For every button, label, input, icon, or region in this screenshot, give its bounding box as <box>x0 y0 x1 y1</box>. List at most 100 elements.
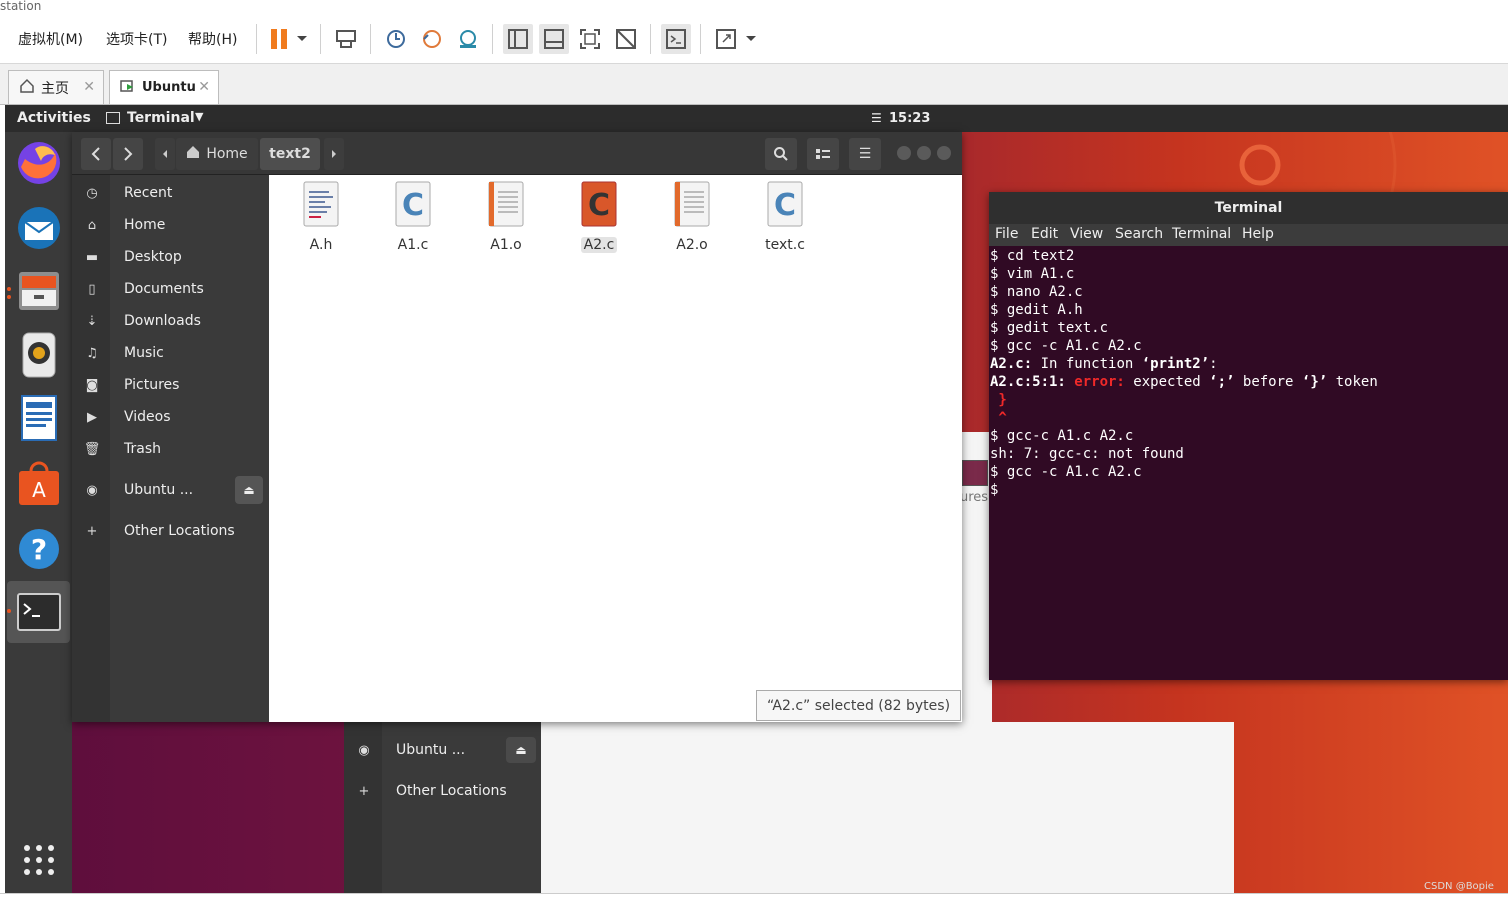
tab-home[interactable]: 主页 ✕ <box>8 70 104 104</box>
menu-icon: ☰ <box>871 111 882 125</box>
revert-snapshot-icon[interactable] <box>417 24 447 54</box>
sidebar-item-documents[interactable]: ▯ Documents <box>72 273 269 305</box>
file-item[interactable]: C text.c <box>745 181 825 253</box>
home-icon <box>19 78 35 98</box>
terminal-menu-help[interactable]: Help <box>1242 226 1274 242</box>
svg-text:C: C <box>588 188 610 223</box>
software-center-icon[interactable]: A <box>14 459 64 509</box>
sidebar-item-pictures[interactable]: ◙ Pictures <box>72 369 269 401</box>
object-file-icon <box>466 181 546 231</box>
unity-icon[interactable] <box>611 24 641 54</box>
firefox-icon[interactable] <box>14 138 64 188</box>
tab-ubuntu-label: Ubuntu <box>142 80 196 95</box>
activities-button[interactable]: Activities <box>17 110 91 126</box>
file-item[interactable]: A2.o <box>652 181 732 253</box>
rhythmbox-icon[interactable] <box>14 330 64 380</box>
clock-icon: ◷ <box>86 185 98 201</box>
sidebar-item-trash[interactable]: 🗑 Trash <box>72 433 269 465</box>
search-icon <box>774 147 788 161</box>
eject-icon[interactable]: ⏏ <box>235 476 263 504</box>
back-button[interactable] <box>81 138 111 170</box>
sidebar-item-desktop[interactable]: ▬ Desktop <box>72 241 269 273</box>
path-current-folder[interactable]: text2 <box>260 138 320 170</box>
tab-ubuntu[interactable]: Ubuntu ✕ <box>109 70 219 104</box>
menu-button[interactable]: ☰ <box>849 138 881 170</box>
chevron-down-icon[interactable]: ▼ <box>195 110 203 123</box>
terminal-line: $ gcc -c A1.c A2.c <box>990 464 1142 480</box>
maximize-button[interactable] <box>917 146 931 160</box>
view-toggle-button[interactable] <box>807 138 839 170</box>
path-home[interactable]: Home <box>176 138 258 170</box>
path-scroll-right[interactable] <box>324 138 344 170</box>
ubuntu-dock: A ? <box>5 132 72 893</box>
terminal-line: A2.c:5:1: error: expected ‘;’ before ‘}’… <box>990 374 1378 390</box>
menu-vm[interactable]: 虚拟机(M) <box>18 29 83 49</box>
eject-icon[interactable]: ⏏ <box>506 737 536 763</box>
file-view: A.h C A1.c A1.o C A2.c A2.o C text.c <box>269 175 962 722</box>
send-ctrl-alt-del-icon[interactable] <box>331 24 361 54</box>
terminal-output[interactable]: $ cd text2 $ vim A1.c $ nano A2.c $ gedit A… <box>990 247 1508 680</box>
close-icon[interactable]: ✕ <box>198 79 210 95</box>
terminal-menu-view[interactable]: View <box>1070 226 1103 242</box>
sidebar-item-home[interactable]: ⌂ Home <box>72 209 269 241</box>
fullscreen-icon[interactable] <box>575 24 605 54</box>
terminal-menu-file[interactable]: File <box>995 226 1018 242</box>
sidebar-item-other-locations[interactable]: + Other Locations <box>72 515 269 547</box>
file-item[interactable]: A.h <box>281 181 361 253</box>
terminal-menu-edit[interactable]: Edit <box>1031 226 1058 242</box>
plus-icon: + <box>358 783 370 799</box>
vmware-tab-bar: 主页 ✕ Ubuntu ✕ <box>0 64 1508 105</box>
file-item[interactable]: C A1.c <box>373 181 453 253</box>
document-icon: ▯ <box>88 281 96 297</box>
show-applications-icon[interactable] <box>14 835 64 885</box>
terminal-menu-terminal[interactable]: Terminal <box>1172 226 1231 242</box>
home-icon: ⌂ <box>87 217 97 233</box>
thunderbird-icon[interactable] <box>14 203 64 253</box>
app-menu[interactable]: Terminal <box>127 110 195 126</box>
help-icon[interactable]: ? <box>14 524 64 574</box>
console-view-icon[interactable] <box>661 24 691 54</box>
c-source-file-icon: C <box>745 181 825 231</box>
snapshot-icon[interactable] <box>381 24 411 54</box>
terminal-icon[interactable] <box>14 587 64 637</box>
file-item[interactable]: A1.o <box>466 181 546 253</box>
bg-sidebar-item-other-locations[interactable]: + Other Locations <box>344 775 541 807</box>
sidebar-item-downloads[interactable]: ⇣ Downloads <box>72 305 269 337</box>
file-item-selected[interactable]: C A2.c <box>559 181 639 253</box>
disc-icon: ◉ <box>358 742 370 758</box>
terminal-line: ^ <box>990 410 1007 426</box>
close-icon[interactable]: ✕ <box>83 79 95 95</box>
files-icon[interactable] <box>14 266 64 316</box>
close-button[interactable] <box>937 146 951 160</box>
disc-icon: ◉ <box>86 482 98 498</box>
snapshot-manager-icon[interactable] <box>453 24 483 54</box>
path-scroll-left[interactable] <box>155 138 175 170</box>
terminal-line: $ nano A2.c <box>990 284 1083 300</box>
sidebar-item-recent[interactable]: ◷ Recent <box>72 177 269 209</box>
download-icon: ⇣ <box>86 313 98 329</box>
menu-tabs[interactable]: 选项卡(T) <box>106 29 167 49</box>
show-thumbnail-bar-icon[interactable] <box>539 24 569 54</box>
sidebar-item-ubuntu[interactable]: ◉ Ubuntu ... ⏏ <box>72 474 269 506</box>
search-button[interactable] <box>765 138 797 170</box>
sidebar-item-music[interactable]: ♫ Music <box>72 337 269 369</box>
chevron-down-icon[interactable] <box>290 24 314 54</box>
header-file-icon <box>281 181 361 231</box>
clock[interactable]: 15:23 <box>889 111 930 126</box>
forward-button[interactable] <box>113 138 143 170</box>
video-icon: ▶ <box>87 409 97 425</box>
sidebar-item-videos[interactable]: ▶ Videos <box>72 401 269 433</box>
libreoffice-writer-icon[interactable] <box>14 393 64 443</box>
stretch-guest-icon[interactable] <box>711 24 741 54</box>
terminal-line: $ gedit A.h <box>990 302 1083 318</box>
minimize-button[interactable] <box>897 146 911 160</box>
bg-sidebar-item-ubuntu[interactable]: ◉ Ubuntu ... ⏏ <box>344 734 541 766</box>
trash-icon: 🗑 <box>83 441 101 457</box>
chevron-down-icon[interactable] <box>739 24 763 54</box>
menu-help[interactable]: 帮助(H) <box>188 29 237 49</box>
tab-home-label: 主页 <box>41 80 69 97</box>
folder-icon <box>962 460 988 486</box>
terminal-window: Terminal File Edit View Search Terminal … <box>989 192 1508 680</box>
terminal-menu-search[interactable]: Search <box>1115 226 1163 242</box>
show-library-icon[interactable] <box>503 24 533 54</box>
